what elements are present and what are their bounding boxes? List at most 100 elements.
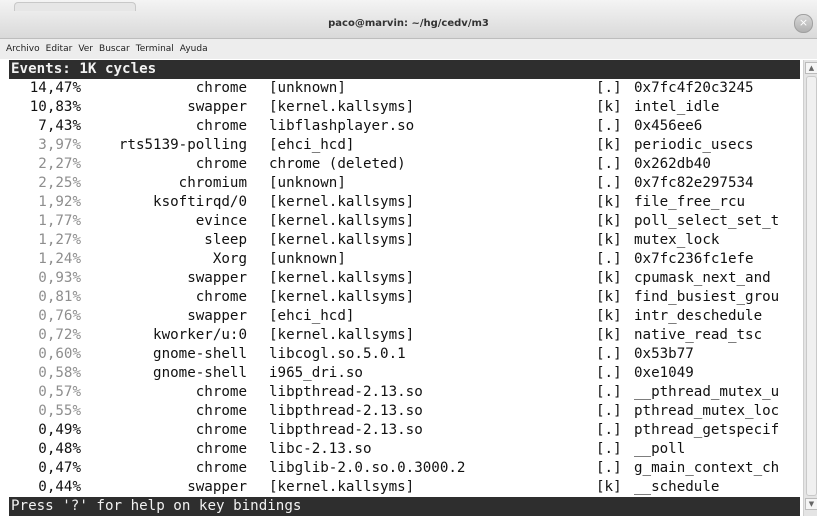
perf-row[interactable]: 0,93% swapper [kernel.kallsyms] [k] cpumask_… — [9, 269, 800, 288]
perf-row[interactable]: 0,47% chrome libglib-2.0.so.0.3000.2 [.] g_m… — [9, 459, 800, 478]
perf-row[interactable]: 2,27% chrome chrome (deleted) [.] 0x262db40 — [9, 155, 800, 174]
overhead-percent: 3,97% — [38, 137, 81, 153]
command-name: chromium — [178, 175, 247, 191]
command-name: swapper — [187, 479, 247, 495]
symbol-level: [.] — [596, 118, 622, 134]
menu-ayuda[interactable]: Ayuda — [177, 39, 211, 59]
overhead-percent: 0,44% — [38, 479, 81, 495]
perf-row[interactable]: 0,81% chrome [kernel.kallsyms] [k] find_busi… — [9, 288, 800, 307]
symbol-name: mutex_lock — [634, 232, 720, 248]
overhead-percent: 0,72% — [38, 327, 81, 343]
perf-row[interactable]: 0,60% gnome-shell libcogl.so.5.0.1 [.] 0x53b… — [9, 345, 800, 364]
overhead-percent: 0,58% — [38, 365, 81, 381]
menu-terminal[interactable]: Terminal — [133, 39, 177, 59]
perf-row[interactable]: 0,55% chrome libpthread-2.13.so [.] pthread_… — [9, 402, 800, 421]
command-name: chrome — [195, 289, 247, 305]
symbol-level: [k] — [596, 137, 622, 153]
symbol-level: [.] — [596, 403, 622, 419]
command-name: swapper — [187, 270, 247, 286]
command-name: kworker/u:0 — [153, 327, 247, 343]
command-name: gnome-shell — [153, 346, 247, 362]
shared-object: libpthread-2.13.so — [269, 384, 423, 400]
symbol-level: [.] — [596, 460, 622, 476]
symbol-name: 0x7fc4f20c3245 — [634, 80, 754, 96]
perf-row[interactable]: 0,44% swapper [kernel.kallsyms] [k] __schedu… — [9, 478, 800, 497]
overhead-percent: 0,93% — [38, 270, 81, 286]
overhead-percent: 1,92% — [38, 194, 81, 210]
menu-archivo[interactable]: Archivo — [0, 39, 43, 59]
symbol-level: [k] — [596, 479, 622, 495]
command-name: chrome — [195, 460, 247, 476]
perf-row[interactable]: 14,47% chrome [unknown] [.] 0x7fc4f20c3245 — [9, 79, 800, 98]
perf-row[interactable]: 1,92% ksoftirqd/0 [kernel.kallsyms] [k] file… — [9, 193, 800, 212]
shared-object: [kernel.kallsyms] — [269, 270, 415, 286]
shared-object: [kernel.kallsyms] — [269, 327, 415, 343]
shared-object: libpthread-2.13.so — [269, 403, 423, 419]
perf-row[interactable]: 0,48% chrome libc-2.13.so [.] __poll — [9, 440, 800, 459]
menu-buscar[interactable]: Buscar — [96, 39, 133, 59]
symbol-name: 0xe1049 — [634, 365, 694, 381]
overhead-percent: 0,57% — [38, 384, 81, 400]
symbol-level: [k] — [596, 327, 622, 343]
symbol-name: pthread_mutex_loc — [634, 403, 780, 419]
perf-row[interactable]: 0,72% kworker/u:0 [kernel.kallsyms] [k] nati… — [9, 326, 800, 345]
symbol-level: [k] — [596, 289, 622, 305]
perf-row[interactable]: 0,76% swapper [ehci_hcd] [k] intr_deschedule — [9, 307, 800, 326]
symbol-name: g_main_context_ch — [634, 460, 780, 476]
symbol-name: periodic_usecs — [634, 137, 754, 153]
shared-object: [kernel.kallsyms] — [269, 232, 415, 248]
terminal-view[interactable]: Events: 1K cycles 14,47% chrome [unknown] [… — [9, 60, 800, 516]
symbol-level: [k] — [596, 270, 622, 286]
symbol-name: __schedule — [634, 479, 720, 495]
overhead-percent: 10,83% — [29, 99, 81, 115]
symbol-name: 0x53b77 — [634, 346, 694, 362]
perf-row[interactable]: 3,97% rts5139-polling [ehci_hcd] [k] periodi… — [9, 136, 800, 155]
symbol-name: 0x456ee6 — [634, 118, 703, 134]
shared-object: libpthread-2.13.so — [269, 422, 423, 438]
command-name: evince — [195, 213, 247, 229]
symbol-level: [k] — [596, 99, 622, 115]
perf-row[interactable]: 0,49% chrome libpthread-2.13.so [.] pthread_… — [9, 421, 800, 440]
overhead-percent: 0,55% — [38, 403, 81, 419]
vertical-scrollbar[interactable]: ▲ ▼ — [803, 60, 817, 516]
shared-object: [ehci_hcd] — [269, 137, 355, 153]
symbol-name: 0x7fc236fc1efe — [634, 251, 754, 267]
perf-row[interactable]: 7,43% chrome libflashplayer.so [.] 0x456ee6 — [9, 117, 800, 136]
shared-object: [kernel.kallsyms] — [269, 479, 415, 495]
perf-row[interactable]: 0,57% chrome libpthread-2.13.so [.] __pthrea… — [9, 383, 800, 402]
perf-row[interactable]: 10,83% swapper [kernel.kallsyms] [k] intel_i… — [9, 98, 800, 117]
scrollbar-thumb[interactable] — [806, 76, 817, 496]
scroll-up-icon[interactable]: ▲ — [805, 62, 817, 74]
perf-row[interactable]: 1,27% sleep [kernel.kallsyms] [k] mutex_lock — [9, 231, 800, 250]
shared-object: i965_dri.so — [269, 365, 363, 381]
shared-object: chrome (deleted) — [269, 156, 406, 172]
overhead-percent: 0,48% — [38, 441, 81, 457]
perf-row[interactable]: 0,58% gnome-shell i965_dri.so [.] 0xe1049 — [9, 364, 800, 383]
overhead-percent: 2,25% — [38, 175, 81, 191]
command-name: chrome — [195, 384, 247, 400]
perf-row[interactable]: 2,25% chromium [unknown] [.] 0x7fc82e297534 — [9, 174, 800, 193]
symbol-name: 0x7fc82e297534 — [634, 175, 754, 191]
symbol-level: [.] — [596, 251, 622, 267]
command-name: chrome — [195, 403, 247, 419]
menu-editar[interactable]: Editar — [43, 39, 76, 59]
symbol-level: [k] — [596, 194, 622, 210]
menu-ver[interactable]: Ver — [75, 39, 96, 59]
symbol-level: [.] — [596, 365, 622, 381]
shared-object: [kernel.kallsyms] — [269, 99, 415, 115]
symbol-name: native_read_tsc — [634, 327, 763, 343]
shared-object: [kernel.kallsyms] — [269, 194, 415, 210]
overhead-percent: 0,81% — [38, 289, 81, 305]
scroll-down-icon[interactable]: ▼ — [805, 498, 817, 510]
symbol-name: 0x262db40 — [634, 156, 711, 172]
shared-object: [unknown] — [269, 80, 346, 96]
symbol-name: intel_idle — [634, 99, 720, 115]
symbol-level: [.] — [596, 346, 622, 362]
close-icon[interactable]: × — [794, 14, 813, 33]
symbol-level: [k] — [596, 308, 622, 324]
symbol-level: [.] — [596, 384, 622, 400]
perf-row[interactable]: 1,77% evince [kernel.kallsyms] [k] poll_sele… — [9, 212, 800, 231]
perf-row[interactable]: 1,24% Xorg [unknown] [.] 0x7fc236fc1efe — [9, 250, 800, 269]
symbol-level: [k] — [596, 213, 622, 229]
overhead-percent: 0,49% — [38, 422, 81, 438]
